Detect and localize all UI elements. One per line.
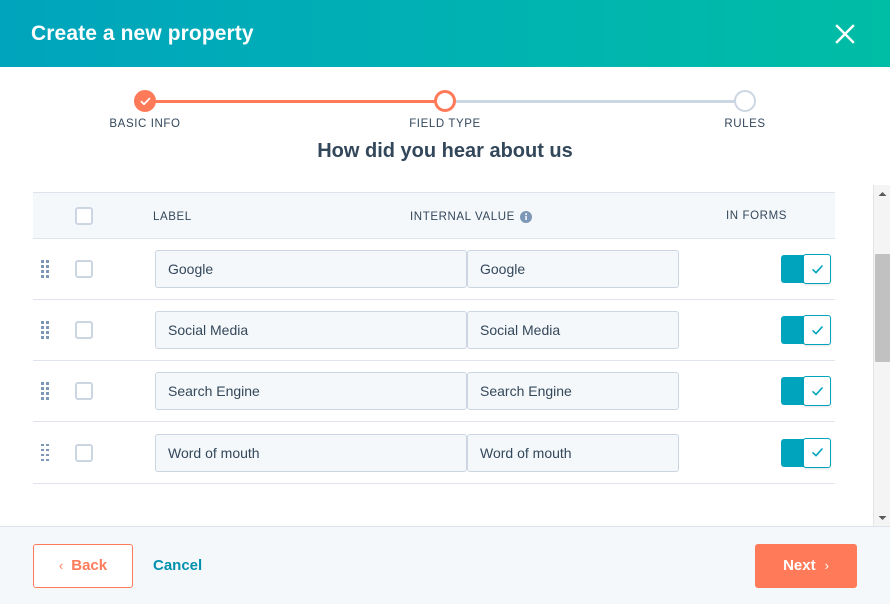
label-input[interactable] xyxy=(155,250,467,288)
stepper-line-upcoming xyxy=(445,100,745,103)
toggle-knob xyxy=(803,315,831,345)
table-header-row: LABEL INTERNAL VALUE IN xyxy=(33,193,835,239)
row-checkbox[interactable] xyxy=(75,321,93,339)
toggle-knob xyxy=(803,376,831,406)
row-value-cell xyxy=(467,434,767,472)
page-title: How did you hear about us xyxy=(0,140,890,163)
internal-value-input[interactable] xyxy=(467,372,679,410)
options-scroll-area: LABEL INTERNAL VALUE IN xyxy=(0,177,890,526)
internal-value-input[interactable] xyxy=(467,311,679,349)
chevron-right-icon: › xyxy=(825,558,829,573)
stepper-section: BASIC INFO FIELD TYPE RULES xyxy=(0,67,890,120)
clipped-fields-row xyxy=(33,177,835,192)
chevron-left-icon: ‹ xyxy=(59,558,63,573)
header-label-cell: LABEL xyxy=(115,207,410,225)
step-label-rules: RULES xyxy=(724,118,765,130)
in-forms-toggle[interactable] xyxy=(781,255,831,283)
row-label-cell xyxy=(123,311,467,349)
close-icon-glyph xyxy=(834,23,856,45)
column-header-internal-value-text: INTERNAL VALUE xyxy=(410,211,515,223)
row-select-cell xyxy=(55,321,123,339)
options-scroll-content: LABEL INTERNAL VALUE IN xyxy=(0,177,868,484)
back-button-label: Back xyxy=(71,557,107,574)
options-table: LABEL INTERNAL VALUE IN xyxy=(33,192,835,484)
label-input[interactable] xyxy=(155,372,467,410)
row-label-cell xyxy=(123,434,467,472)
row-forms-cell xyxy=(767,255,890,283)
select-all-checkbox[interactable] xyxy=(75,207,93,225)
row-forms-cell xyxy=(767,316,890,344)
drag-handle-icon[interactable] xyxy=(33,321,55,339)
column-header-internal-value: INTERNAL VALUE xyxy=(410,211,532,223)
internal-value-input[interactable] xyxy=(467,250,679,288)
back-button[interactable]: ‹ Back xyxy=(33,544,133,588)
scrollbar-thumb[interactable] xyxy=(875,254,890,362)
table-row xyxy=(33,239,835,300)
internal-value-input[interactable] xyxy=(467,434,679,472)
drag-dots-icon xyxy=(41,382,49,400)
select-all-cell xyxy=(47,207,115,225)
step-label-basic-info: BASIC INFO xyxy=(109,118,180,130)
row-forms-cell xyxy=(767,439,890,467)
drag-dots-icon xyxy=(41,321,49,339)
close-icon[interactable] xyxy=(828,17,862,51)
check-icon xyxy=(811,324,824,337)
drag-dots-icon xyxy=(41,444,49,462)
table-body xyxy=(33,239,835,483)
check-icon xyxy=(811,446,824,459)
in-forms-toggle[interactable] xyxy=(781,439,831,467)
header-forms-cell: IN FORMS xyxy=(710,210,835,222)
drag-handle-icon[interactable] xyxy=(33,382,55,400)
step-indicator-basic-info[interactable] xyxy=(134,90,156,112)
row-checkbox[interactable] xyxy=(75,260,93,278)
modal-header: Create a new property xyxy=(0,0,890,67)
label-input[interactable] xyxy=(155,434,467,472)
table-row xyxy=(33,300,835,361)
scrollbar-up-arrow[interactable] xyxy=(874,185,890,202)
in-forms-toggle[interactable] xyxy=(781,377,831,405)
vertical-scrollbar[interactable] xyxy=(873,185,890,526)
row-value-cell xyxy=(467,372,767,410)
column-header-label: LABEL xyxy=(153,211,192,223)
stepper: BASIC INFO FIELD TYPE RULES xyxy=(145,90,745,120)
chevron-down-icon xyxy=(878,515,887,521)
toggle-knob xyxy=(803,254,831,284)
drag-dots-icon xyxy=(41,260,49,278)
modal-title: Create a new property xyxy=(31,22,254,46)
scrollbar-down-arrow[interactable] xyxy=(874,509,890,526)
row-value-cell xyxy=(467,250,767,288)
step-label-field-type: FIELD TYPE xyxy=(409,118,481,130)
info-circle-icon[interactable] xyxy=(520,211,532,223)
row-select-cell xyxy=(55,260,123,278)
label-input[interactable] xyxy=(155,311,467,349)
check-icon xyxy=(140,96,151,107)
next-button[interactable]: Next › xyxy=(755,544,857,588)
row-checkbox[interactable] xyxy=(75,382,93,400)
toggle-knob xyxy=(803,438,831,468)
row-forms-cell xyxy=(767,377,890,405)
row-select-cell xyxy=(55,444,123,462)
stepper-line-completed xyxy=(145,100,445,103)
table-row xyxy=(33,422,835,483)
in-forms-toggle[interactable] xyxy=(781,316,831,344)
row-select-cell xyxy=(55,382,123,400)
drag-handle-icon[interactable] xyxy=(33,260,55,278)
cancel-button[interactable]: Cancel xyxy=(153,557,202,574)
chevron-up-icon xyxy=(878,191,887,197)
table-row xyxy=(33,361,835,422)
create-property-modal: Create a new property BASIC INFO FIELD T… xyxy=(0,0,890,604)
step-indicator-field-type[interactable] xyxy=(434,90,456,112)
row-value-cell xyxy=(467,311,767,349)
column-header-in-forms: IN FORMS xyxy=(726,210,787,222)
row-label-cell xyxy=(123,250,467,288)
drag-handle-icon[interactable] xyxy=(33,444,55,462)
step-indicator-rules[interactable] xyxy=(734,90,756,112)
modal-footer: ‹ Back Cancel Next › xyxy=(0,526,890,604)
row-checkbox[interactable] xyxy=(75,444,93,462)
next-button-label: Next xyxy=(783,557,816,574)
check-icon xyxy=(811,263,824,276)
row-label-cell xyxy=(123,372,467,410)
header-value-cell: INTERNAL VALUE xyxy=(410,207,710,225)
check-icon xyxy=(811,385,824,398)
